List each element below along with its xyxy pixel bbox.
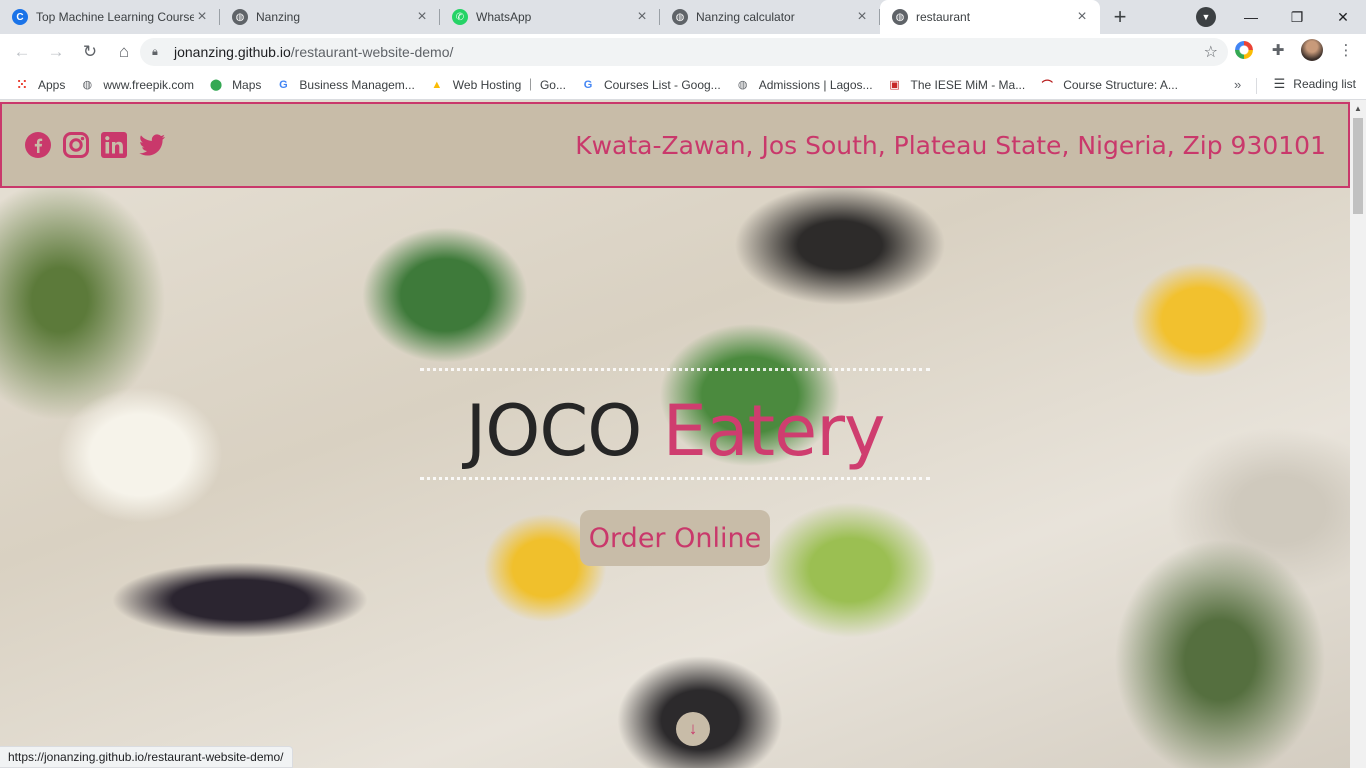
apps-grid-icon: ⁙ [16, 76, 28, 92]
tab-search-icon[interactable]: ▼ [1196, 7, 1216, 27]
bookmark-label: Web Hosting ｜ Go... [452, 78, 566, 92]
close-icon[interactable]: × [634, 9, 650, 25]
scroll-down-arrow-icon[interactable]: ↓ [676, 712, 710, 746]
globe-icon: ◍ [737, 79, 748, 91]
globe-icon: ◍ [232, 9, 248, 25]
tab-strip: C Top Machine Learning Course × ◍ Nanzin… [0, 0, 1366, 34]
back-button[interactable]: ← [6, 36, 38, 68]
globe-icon: ◍ [672, 9, 688, 25]
bookmark-star-icon[interactable]: ☆ [1204, 42, 1218, 62]
lock-icon[interactable]: 🔒︎ [152, 46, 164, 58]
window-controls: — ❐ ✕ [1228, 0, 1366, 34]
bookmark-apps[interactable]: ⁙ Apps [14, 76, 66, 93]
bookmark-label: www.freepik.com [103, 77, 195, 92]
close-icon[interactable]: × [854, 9, 870, 25]
url-host: jonanzing.github.io [174, 44, 291, 60]
extensions-puzzle-icon[interactable]: ✚ [1266, 38, 1290, 62]
tab-title: Nanzing calculator [696, 10, 795, 24]
bookmark-freepik[interactable]: ◍ www.freepik.com [79, 77, 195, 93]
bookmarks-bar: ⁙ Apps ◍ www.freepik.com ⬤ Maps G Busine… [0, 70, 1366, 100]
bookmark-iese-mim[interactable]: ▣ The IESE MiM - Ma... [887, 77, 1026, 93]
tab-title: restaurant [916, 10, 971, 24]
page-viewport: Kwata-Zawan, Jos South, Plateau State, N… [0, 100, 1366, 768]
tab-restaurant[interactable]: ◍ restaurant × [880, 0, 1100, 34]
bookmark-label: The IESE MiM - Ma... [910, 77, 1026, 92]
close-icon[interactable]: × [414, 9, 430, 25]
globe-icon: ◍ [892, 9, 908, 25]
tab-nanzing[interactable]: ◍ Nanzing × [220, 0, 440, 34]
whatsapp-icon: ✆ [452, 9, 468, 25]
dotted-divider-top [420, 368, 930, 371]
facebook-icon[interactable] [24, 131, 52, 159]
close-window-button[interactable]: ✕ [1320, 0, 1366, 34]
bookmark-label: Business Managem... [299, 77, 415, 92]
new-tab-button[interactable]: + [1100, 0, 1140, 34]
restore-button[interactable]: ❐ [1274, 0, 1320, 34]
hero-food-background: Kwata-Zawan, Jos South, Plateau State, N… [0, 100, 1350, 768]
toolbar-actions: ✚ ⋮ [1232, 38, 1358, 62]
hero-title-eatery: Eatery [662, 390, 886, 472]
more-bookmarks-button[interactable]: » [1234, 77, 1241, 92]
close-icon[interactable]: × [194, 9, 210, 25]
site-header: Kwata-Zawan, Jos South, Plateau State, N… [0, 102, 1350, 188]
maps-pin-icon: ⬤ [209, 79, 223, 91]
forward-button[interactable]: → [40, 36, 72, 68]
bookmark-admissions-lagos[interactable]: ◍ Admissions | Lagos... [735, 77, 873, 93]
social-links [24, 131, 166, 159]
scrollbar-thumb[interactable] [1353, 118, 1363, 214]
browser-toolbar: ← → ↻ ⌂ 🔒︎ jonanzing.github.io /restaura… [0, 34, 1366, 70]
linkedin-icon[interactable] [100, 131, 128, 159]
google-icon: G [583, 78, 593, 91]
profile-avatar[interactable] [1300, 38, 1324, 62]
bookmarks-separator [1256, 78, 1257, 94]
tab-whatsapp[interactable]: ✆ WhatsApp × [440, 0, 660, 34]
menu-kebab-icon[interactable]: ⋮ [1334, 38, 1358, 62]
hero-title-joco: JOCO [465, 390, 643, 472]
page-scrollbar[interactable]: ▲ [1350, 100, 1366, 768]
scroll-up-arrow-icon[interactable]: ▲ [1354, 104, 1362, 113]
tab-title: Nanzing [256, 10, 301, 24]
tab-nanzing-calculator[interactable]: ◍ Nanzing calculator × [660, 0, 880, 34]
order-online-button[interactable]: Order Online [580, 510, 770, 566]
close-icon[interactable]: × [1074, 9, 1090, 25]
reload-button[interactable]: ↻ [74, 36, 106, 68]
reading-list-label: Reading list [1293, 77, 1356, 91]
arch-icon: ⌒ [1041, 79, 1053, 92]
reading-list-button[interactable]: ☰ Reading list [1274, 76, 1356, 92]
url-path: /restaurant-website-demo/ [290, 44, 454, 60]
bookmark-maps[interactable]: ⬤ Maps [208, 77, 262, 93]
reading-list-icon: ☰ [1273, 76, 1286, 91]
dotted-divider-bottom [420, 477, 930, 480]
coursera-icon: C [12, 9, 28, 25]
extension-ring-icon[interactable] [1232, 38, 1256, 62]
tab-top-ml-course[interactable]: C Top Machine Learning Course × [0, 0, 220, 34]
twitter-icon[interactable] [138, 131, 166, 159]
link-status-bubble: https://jonanzing.github.io/restaurant-w… [0, 746, 293, 768]
tab-title: WhatsApp [476, 10, 532, 24]
bookmark-web-hosting[interactable]: ▲ Web Hosting ｜ Go... [429, 76, 566, 93]
globe-icon: ◍ [82, 79, 93, 91]
bookmark-courses-list[interactable]: G Courses List - Goog... [580, 77, 721, 93]
bookmark-label: Maps [232, 77, 262, 92]
home-button[interactable]: ⌂ [108, 36, 140, 68]
bookmark-business-management[interactable]: G Business Managem... [275, 77, 415, 93]
bookmark-label: Admissions | Lagos... [758, 77, 873, 92]
bookmark-course-structure[interactable]: ⌒ Course Structure: A... [1039, 77, 1178, 93]
address-bar[interactable]: 🔒︎ jonanzing.github.io /restaurant-websi… [140, 38, 1228, 66]
bookmark-label: Course Structure: A... [1063, 77, 1178, 92]
instagram-icon[interactable] [62, 131, 90, 159]
bookmark-label: Apps [38, 77, 66, 92]
bookmark-label: Courses List - Goog... [603, 77, 721, 92]
tab-title: Top Machine Learning Course [36, 10, 194, 24]
drive-icon: ▲ [431, 78, 443, 91]
google-icon: G [279, 78, 288, 91]
restaurant-address: Kwata-Zawan, Jos South, Plateau State, N… [575, 130, 1326, 160]
hero-title: JOCO Eatery [0, 390, 1350, 472]
minimize-button[interactable]: — [1228, 0, 1274, 34]
iese-icon: ▣ [889, 79, 900, 91]
